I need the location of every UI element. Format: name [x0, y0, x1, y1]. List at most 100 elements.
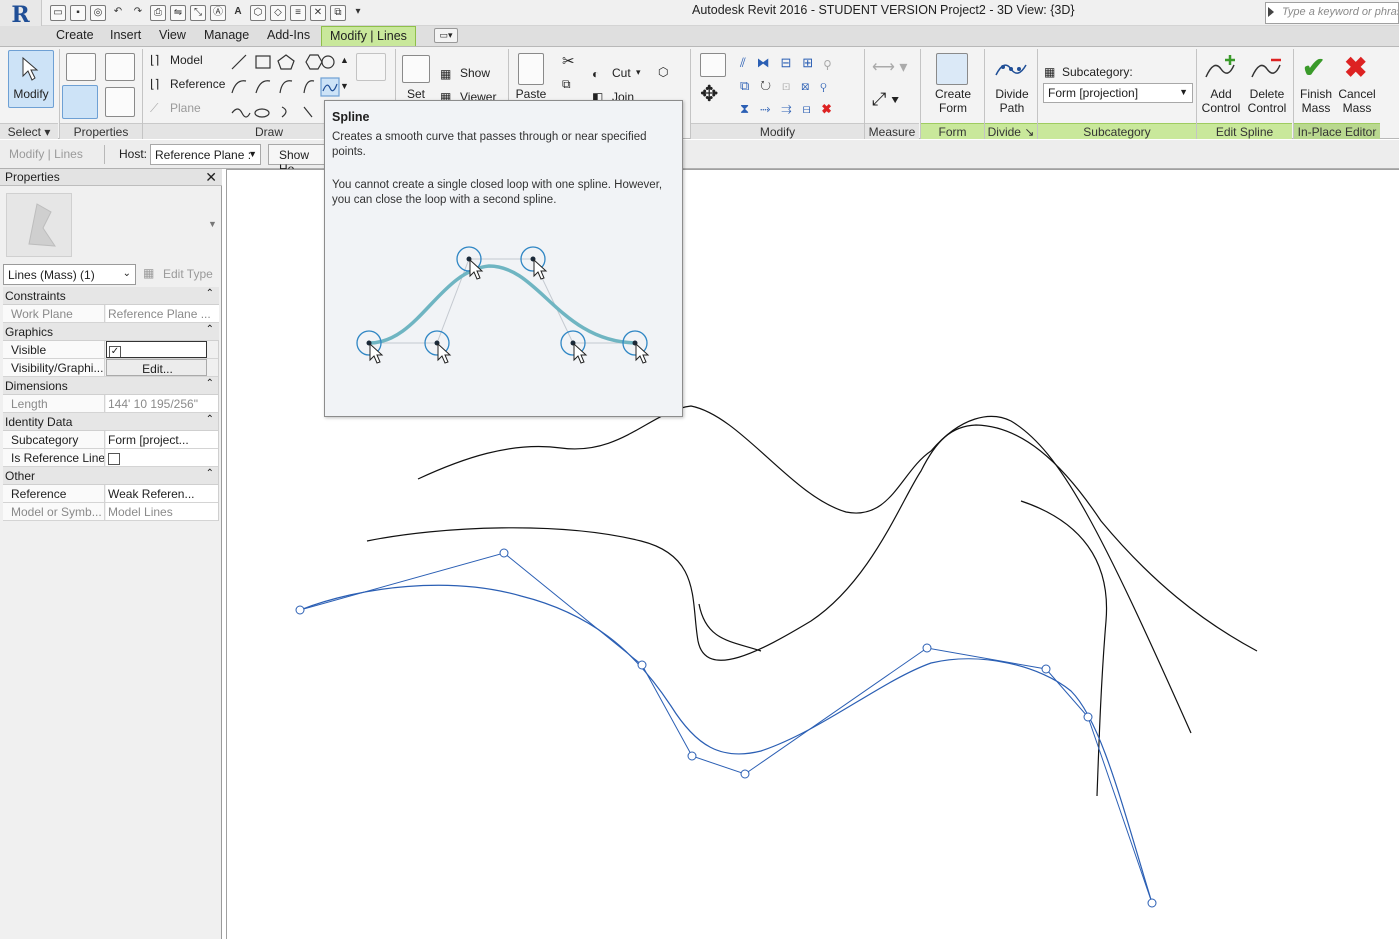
delete-icon[interactable]: ✖ [822, 101, 832, 116]
host-dropdown-icon: ▼ [248, 149, 257, 159]
scissors-icon[interactable]: ✂ [562, 52, 575, 70]
cut-dropdown-icon[interactable]: ▾ [636, 67, 641, 78]
tab-modify-lines[interactable]: Modify | Lines [321, 26, 416, 46]
unpin-icon[interactable]: ⚲ [824, 55, 831, 70]
show-host-button[interactable]: Show Ho [268, 144, 328, 176]
show-workplane-button[interactable]: Show [460, 66, 490, 80]
switch-windows-icon[interactable]: ⧉ [330, 5, 346, 21]
family-types-icon[interactable] [105, 53, 135, 81]
family-category-icon[interactable] [105, 87, 135, 117]
aligned-dimension-icon[interactable]: ⤢ ▾ [872, 89, 899, 110]
section-graphics[interactable]: Graphics ⌃ [3, 323, 219, 341]
row-subcategory[interactable]: Subcategory Form [project... [3, 431, 219, 449]
delete-control-button[interactable]: Delete Control [1244, 87, 1290, 115]
text-icon[interactable]: A [230, 5, 246, 21]
paste-button[interactable]: Paste [514, 87, 548, 101]
properties-toggle-icon[interactable] [62, 85, 98, 119]
draw-model-button[interactable]: Model [170, 53, 203, 67]
extend-icon[interactable]: ⤑ [760, 101, 770, 116]
type-selector[interactable]: Lines (Mass) (1) ⌄ [3, 264, 136, 285]
finish-mass-button[interactable]: Finish Mass [1296, 87, 1336, 115]
cancel-mass-button[interactable]: Cancel Mass [1336, 87, 1378, 115]
type-properties-icon[interactable] [66, 53, 96, 81]
create-form-button[interactable]: Create Form [926, 87, 980, 115]
dimension-icon[interactable]: ⤡ [190, 5, 206, 21]
pin-icon[interactable]: ⚲ [820, 78, 826, 93]
gallery-up-icon[interactable]: ▲ [340, 55, 349, 65]
copy-element-icon[interactable]: ⧉ [740, 78, 749, 93]
mirror-axis-icon[interactable]: ⧓ [757, 55, 770, 70]
search-expand-icon[interactable] [1268, 7, 1274, 17]
section-dimensions[interactable]: Dimensions ⌃ [3, 377, 219, 395]
array-icon[interactable]: ⊞ [802, 55, 813, 70]
add-control-button[interactable]: Add Control [1198, 87, 1244, 115]
measure-icon[interactable]: ⇋ [170, 5, 186, 21]
scale-icon[interactable]: ⊠ [801, 78, 809, 93]
cut-button[interactable]: Cut [612, 66, 631, 80]
undo-icon[interactable]: ↶ [110, 5, 126, 21]
customize-qat-icon[interactable]: ▾ [350, 5, 366, 21]
spline-curve-3[interactable] [698, 603, 762, 652]
type-preview-dropdown-icon[interactable]: ▼ [208, 219, 217, 229]
align-icon[interactable] [700, 53, 726, 77]
print-icon[interactable]: ⎙ [150, 5, 166, 21]
panel-select-label[interactable]: Select ▾ [0, 123, 58, 139]
spline-control-points[interactable] [295, 548, 1157, 908]
close-hidden-icon[interactable]: ✕ [310, 5, 326, 21]
tab-create[interactable]: Create [56, 26, 94, 46]
edit-visibility-button[interactable]: Edit... [106, 359, 207, 376]
mirror-draw-icon[interactable]: ⧗ [740, 101, 749, 116]
row-length: Length 144' 10 195/256" [3, 395, 219, 413]
visible-checkbox[interactable]: ✓ [109, 345, 121, 357]
spline-curve-2[interactable] [366, 424, 1258, 661]
selected-spline[interactable] [299, 584, 1153, 904]
open-icon[interactable]: ▭ [50, 5, 66, 21]
gallery-down-icon[interactable]: ▼ [340, 81, 349, 91]
sync-icon[interactable]: ◎ [90, 5, 106, 21]
host-select[interactable]: Reference Plane : ▼ [150, 144, 261, 165]
trim-icon[interactable]: ⊡ [782, 78, 790, 93]
close-icon[interactable]: ✕ [205, 169, 217, 185]
cancel-mass-icon: ✖ [1344, 52, 1368, 83]
create-form-icon[interactable] [936, 53, 968, 85]
move-icon[interactable]: ✥ [700, 83, 718, 105]
3d-view-icon[interactable]: ⬡ [250, 5, 266, 21]
section-constraints[interactable]: Constraints ⌃ [3, 287, 219, 305]
draw-reference-button[interactable]: Reference [170, 77, 225, 91]
offset-icon[interactable]: ⫽ [740, 55, 746, 70]
panel-inplace-editor-label: In-Place Editor [1294, 123, 1380, 139]
tab-view[interactable]: View [159, 26, 186, 46]
show-workplane-icon: ▦ [440, 67, 452, 81]
tab-insert[interactable]: Insert [110, 26, 141, 46]
is-reference-line-checkbox[interactable] [108, 452, 120, 465]
pick-lines-icon[interactable] [356, 53, 386, 81]
draw-plane-button[interactable]: Plane [170, 101, 201, 115]
modify-tools-grid[interactable]: ⫽ ⧓ ⊟ ⊞ ⚲ ⧉ ↻ ⊡ ⊠ ⚲ ⧗ ⤑ ⇉ ⊟ ✖ [740, 51, 860, 121]
section-icon[interactable]: ◇ [270, 5, 286, 21]
measure-between-icon[interactable]: ⟷ ▾ [872, 57, 907, 77]
redo-icon[interactable]: ↷ [130, 5, 146, 21]
save-icon[interactable]: ▪ [70, 5, 86, 21]
edit-type-button[interactable]: ▦ Edit Type [143, 264, 213, 281]
spline-curve-3b[interactable] [1020, 500, 1108, 797]
spline-curve-1[interactable] [417, 405, 1192, 734]
search-input[interactable]: Type a keyword or phrase [1265, 2, 1399, 24]
tab-add-ins[interactable]: Add-Ins [267, 26, 310, 46]
ribbon-minimize-icon[interactable]: ▭▾ [434, 28, 458, 43]
join-geometry-icon[interactable]: ⬡ [658, 65, 668, 79]
tab-manage[interactable]: Manage [204, 26, 249, 46]
thin-lines-icon[interactable]: ≡ [290, 5, 306, 21]
tag-icon[interactable]: Ⓐ [210, 5, 226, 21]
subcategory-select[interactable]: Form [projection] ▼ [1043, 83, 1193, 103]
rotate-icon[interactable]: ↻ [760, 78, 771, 93]
paste-icon[interactable] [518, 53, 544, 85]
split-gap-icon[interactable]: ⊟ [802, 101, 810, 116]
section-identity-data[interactable]: Identity Data ⌃ [3, 413, 219, 431]
extend-multi-icon[interactable]: ⇉ [781, 101, 791, 116]
divide-path-button[interactable]: Divide Path [988, 87, 1036, 115]
row-reference[interactable]: Reference Weak Referen... [3, 485, 219, 503]
set-workplane-icon[interactable] [402, 55, 430, 83]
section-other[interactable]: Other ⌃ [3, 467, 219, 485]
copy-icon[interactable]: ⧉ [562, 77, 571, 92]
split-icon[interactable]: ⊟ [781, 55, 792, 70]
